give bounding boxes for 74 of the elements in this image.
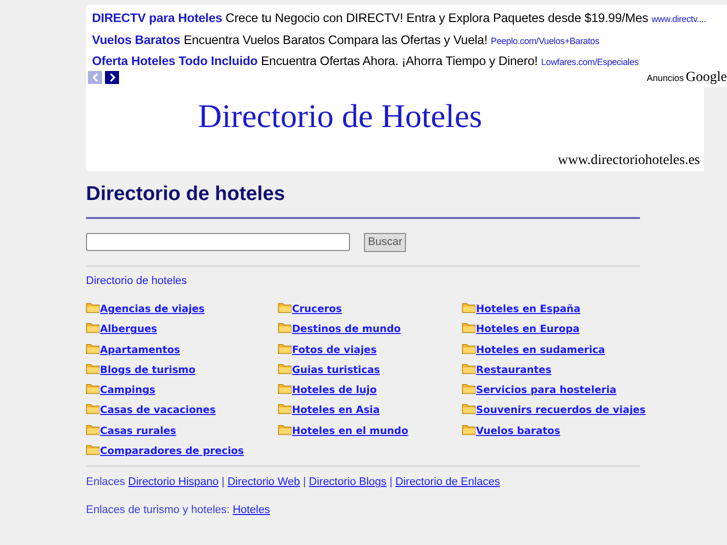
category-link[interactable]: Agencias de viajes	[100, 304, 205, 315]
category-link[interactable]: Servicios para hosteleria	[476, 385, 616, 396]
ad-url-link[interactable]: Peeplo.com/Vuelos+Baratos	[490, 36, 600, 46]
category-link[interactable]: Hoteles en España	[476, 304, 580, 315]
footer-link[interactable]: Directorio Web	[227, 476, 300, 488]
folder-icon	[86, 424, 100, 435]
category-link[interactable]: Souvenirs recuerdos de viajes	[476, 405, 646, 416]
folder-icon	[278, 424, 292, 435]
folder-icon	[462, 403, 476, 414]
category-link[interactable]: Restaurantes	[476, 364, 552, 376]
ad-title-link[interactable]: Vuelos Baratos	[92, 32, 180, 46]
category-link[interactable]: Apartamentos	[100, 344, 180, 356]
ads-brand[interactable]: Google	[686, 70, 727, 86]
search-button[interactable]: Buscar	[364, 232, 406, 252]
folder-icon	[462, 362, 476, 374]
category-link[interactable]: Casas de vacaciones	[100, 405, 216, 416]
ad-text: Encuentra Vuelos Baratos Compara las Ofertas y Vuela!	[184, 32, 488, 46]
folder-icon	[278, 302, 292, 313]
link-separator: |	[303, 476, 306, 488]
footer-link[interactable]: Directorio de Enlaces	[395, 476, 500, 488]
folder-icon	[462, 424, 476, 435]
folder-icon	[86, 444, 100, 456]
folder-icon	[462, 302, 476, 313]
ads-label: Anuncios	[646, 72, 684, 82]
folder-icon	[278, 383, 292, 394]
footer-link[interactable]: Directorio Hispano	[128, 476, 219, 488]
folder-icon	[86, 403, 100, 414]
ad-title-link[interactable]: Oferta Hoteles Todo Incluido	[92, 54, 258, 68]
page-heading: Directorio de hoteles	[86, 183, 286, 207]
ad-title-link[interactable]: DIRECTV para Hoteles	[92, 11, 222, 25]
breadcrumb-link[interactable]: Directorio de hoteles	[86, 275, 640, 287]
category-link[interactable]: Hoteles de lujo	[292, 385, 377, 396]
category-link[interactable]: Hoteles en Europa	[476, 324, 580, 336]
ad-text: Encuentra Ofertas Ahora. ¡Ahorra Tiempo y Dinero!	[260, 54, 538, 68]
folder-icon	[86, 322, 100, 334]
right-chevron-icon	[108, 73, 116, 82]
folder-icon	[462, 383, 476, 394]
folder-icon	[462, 342, 476, 354]
tourism-links-label: Enlaces de turismo y hoteles:	[86, 504, 230, 516]
folder-icon	[86, 342, 100, 354]
folder-icon	[86, 383, 100, 394]
category-link[interactable]: Fotos de viajes	[292, 344, 377, 356]
left-chevron-icon	[90, 73, 100, 82]
ad-text: Crece tu Negocio con DIRECTV! Entra y Explora Paquetes desde $19.99/Mes	[226, 11, 648, 25]
link-separator: |	[390, 476, 392, 488]
folder-icon	[86, 302, 100, 313]
category-link[interactable]: Guias turisticas	[292, 364, 380, 376]
category-link[interactable]: Destinos de mundo	[292, 324, 401, 336]
category-link[interactable]: Comparadores de precios	[100, 446, 244, 458]
banner-title: Directorio de Hoteles	[198, 99, 482, 136]
ad-url-link[interactable]: www.directv....	[652, 14, 706, 24]
folder-icon	[278, 342, 292, 354]
ad-url-link[interactable]: Lowfares.com/Especiales	[541, 57, 639, 67]
category-link[interactable]: Albergues	[100, 324, 158, 336]
category-link[interactable]: Hoteles en Asia	[292, 405, 380, 416]
category-link[interactable]: Blogs de turismo	[100, 364, 196, 376]
folder-icon	[278, 322, 292, 334]
category-link[interactable]: Casas rurales	[100, 426, 176, 437]
folder-icon	[86, 362, 100, 374]
footer-link[interactable]: Directorio Blogs	[308, 476, 387, 488]
links-label: Enlaces	[86, 476, 126, 488]
search-field[interactable]	[86, 233, 350, 251]
folder-icon	[278, 403, 292, 414]
footer-link[interactable]: Hoteles	[232, 504, 270, 516]
category-link[interactable]: Campings	[100, 385, 156, 396]
link-separator: |	[222, 476, 224, 488]
category-link[interactable]: Cruceros	[292, 304, 342, 315]
category-link[interactable]: Hoteles en el mundo	[292, 426, 408, 437]
category-link[interactable]: Hoteles en sudamerica	[476, 344, 606, 356]
folder-icon	[278, 362, 292, 374]
folder-icon	[462, 322, 476, 334]
banner-url: www.directoriohoteles.es	[558, 153, 700, 169]
next-button[interactable]	[105, 71, 119, 84]
category-link[interactable]: Vuelos baratos	[476, 426, 560, 437]
